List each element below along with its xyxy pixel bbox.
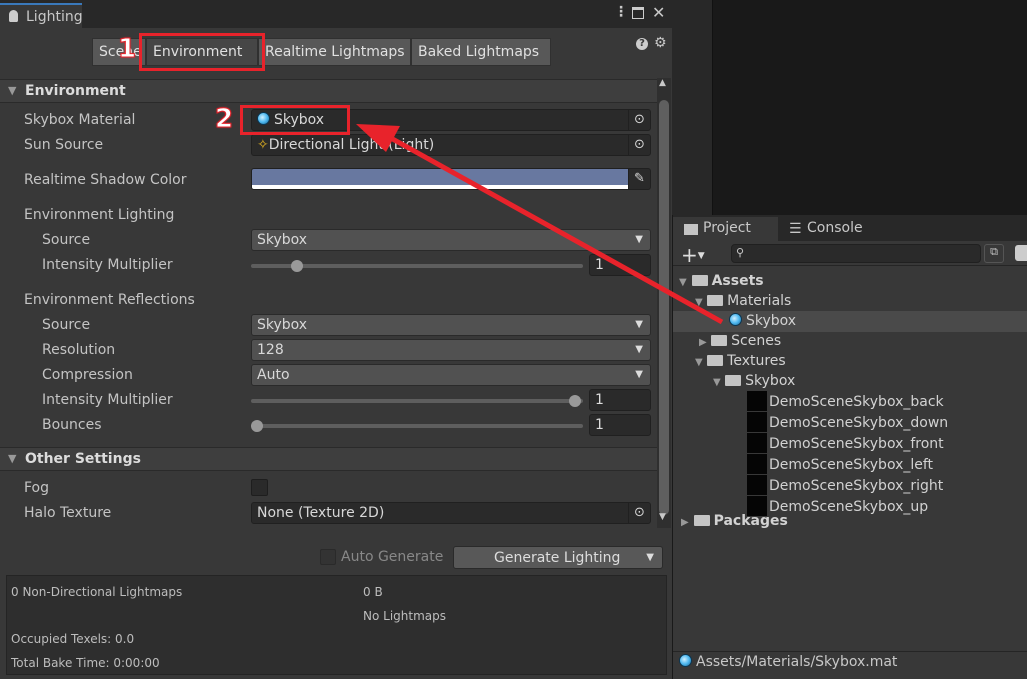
annotation-arrow (356, 124, 724, 325)
